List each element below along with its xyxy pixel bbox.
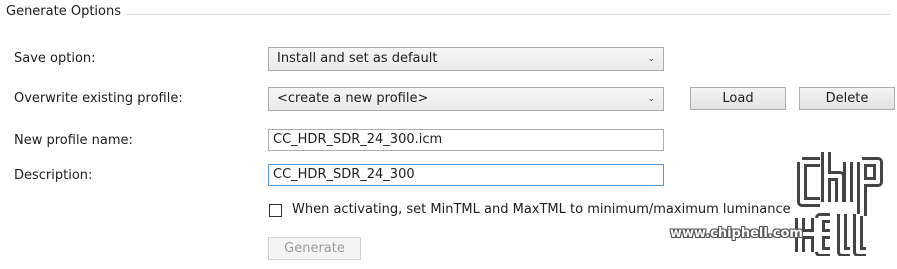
group-border xyxy=(4,14,890,15)
overwrite-profile-dropdown[interactable]: <create a new profile> ⌄ xyxy=(268,87,664,111)
save-option-label: Save option: xyxy=(14,51,96,66)
load-button[interactable]: Load xyxy=(690,87,786,110)
chiphell-logo xyxy=(795,152,883,256)
save-option-dropdown[interactable]: Install and set as default ⌄ xyxy=(268,47,664,71)
tml-checkbox[interactable] xyxy=(269,204,282,217)
description-label: Description: xyxy=(14,168,93,183)
profile-name-label: New profile name: xyxy=(14,133,133,148)
group-title: Generate Options xyxy=(0,4,128,19)
chevron-down-icon: ⌄ xyxy=(647,54,655,64)
watermark-url: www.chiphell.com xyxy=(670,226,803,241)
generate-button[interactable]: Generate xyxy=(268,237,361,260)
profile-name-input[interactable]: CC_HDR_SDR_24_300.icm xyxy=(268,129,664,151)
overwrite-profile-label: Overwrite existing profile: xyxy=(14,91,183,106)
delete-button[interactable]: Delete xyxy=(799,87,895,110)
description-input[interactable]: CC_HDR_SDR_24_300 xyxy=(268,164,664,186)
chevron-down-icon: ⌄ xyxy=(647,94,655,104)
tml-checkbox-label[interactable]: When activating, set MinTML and MaxTML t… xyxy=(292,202,791,217)
save-option-value: Install and set as default xyxy=(277,51,438,66)
overwrite-profile-value: <create a new profile> xyxy=(277,91,429,106)
